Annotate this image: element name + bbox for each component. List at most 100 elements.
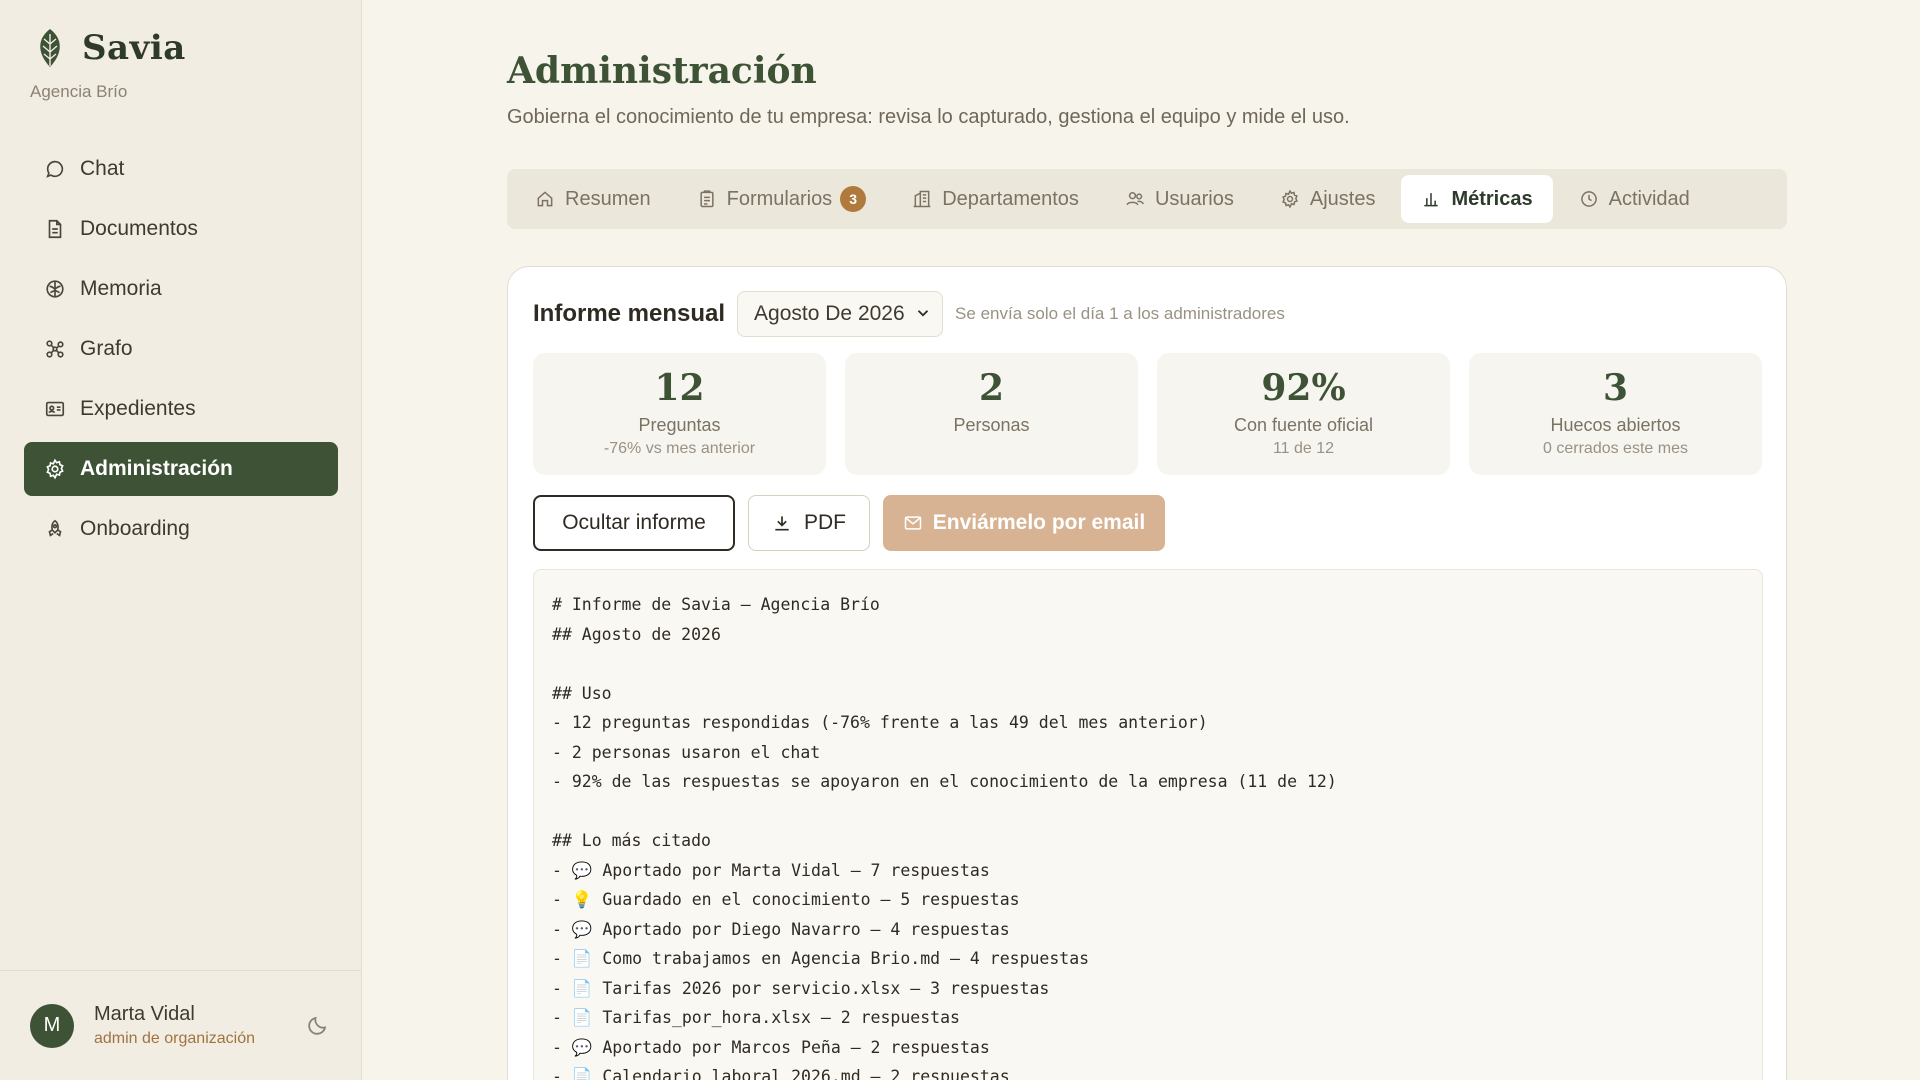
report-line: - 📄 Tarifas 2026 por servicio.xlsx — 3 r… <box>552 978 1050 998</box>
user-info: Marta Vidal admin de organización <box>94 1003 255 1048</box>
page-subtitle: Gobierna el conocimiento de tu empresa: … <box>507 106 1350 128</box>
stat-value: 92% <box>1261 367 1346 409</box>
button-label: Ocultar informe <box>562 511 706 534</box>
bar-chart-icon <box>1424 193 1439 207</box>
sidebar-item-expedientes[interactable]: Expedientes <box>24 382 338 436</box>
brain-icon <box>44 278 66 300</box>
download-icon <box>775 516 789 531</box>
report-line: - 📄 Tarifas_por_hora.xlsx — 2 respuestas <box>552 1008 960 1027</box>
report-line: - 2 personas usaron el chat <box>552 742 821 762</box>
button-label: Enviármelo por email <box>932 511 1146 534</box>
month-select-value: Agosto De 2026 <box>754 302 905 325</box>
report-title: Informe mensual <box>533 300 726 327</box>
stat-label: Huecos abiertos <box>1550 415 1681 435</box>
report-line: ## Lo más citado <box>552 831 711 850</box>
stat-sub: 0 cerrados este mes <box>1543 440 1688 457</box>
sidebar-item-label: Onboarding <box>80 517 190 540</box>
stat-card-preguntas: 12 Preguntas -76% vs mes anterior <box>533 353 826 475</box>
report-actions: Ocultar informe PDF Enviármelo por email <box>533 495 1178 551</box>
report-line: - 📄 Como trabajamos en Agencia Brio.md —… <box>552 949 1090 968</box>
tab-actividad[interactable]: Actividad <box>1559 175 1710 223</box>
graph-icon <box>44 338 66 360</box>
chat-icon <box>44 158 66 180</box>
sidebar-item-grafo[interactable]: Grafo <box>24 322 338 376</box>
stat-card-personas: 2 Personas <box>845 353 1138 475</box>
sidebar-item-onboarding[interactable]: Onboarding <box>24 502 338 556</box>
leaf-logo-icon <box>40 29 60 67</box>
report-line: - 💬 Aportado por Diego Navarro — 4 respu… <box>552 919 1010 939</box>
stats-row: 12 Preguntas -76% vs mes anterior 2 Pers… <box>533 353 1762 475</box>
tab-resumen[interactable]: Resumen <box>515 175 671 223</box>
report-line: ## Agosto de 2026 <box>552 624 721 644</box>
email-report-button[interactable]: Enviármelo por email <box>883 495 1165 551</box>
stat-sub: -76% vs mes anterior <box>603 440 756 457</box>
sidebar-item-administracion[interactable]: Administración <box>24 442 338 496</box>
tab-ajustes[interactable]: Ajustes <box>1260 175 1396 223</box>
tab-departamentos[interactable]: Departamentos <box>892 175 1099 223</box>
chevron-down-icon <box>914 304 932 322</box>
tab-label: Formularios <box>726 187 833 210</box>
theme-toggle-button[interactable] <box>306 1013 332 1039</box>
monthly-report-card: Informe mensual Agosto De 2026 Se envía … <box>507 266 1787 1080</box>
button-label: PDF <box>804 511 846 534</box>
report-line: - 92% de las respuestas se apoyaron en e… <box>552 772 1337 791</box>
stat-label: Personas <box>953 415 1030 435</box>
id-card-icon <box>44 398 66 420</box>
sidebar-item-label: Expedientes <box>80 397 196 420</box>
tab-formularios[interactable]: Formularios 3 <box>677 175 887 223</box>
stat-card-huecos: 3 Huecos abiertos 0 cerrados este mes <box>1469 353 1762 475</box>
tab-label: Ajustes <box>1309 187 1376 210</box>
report-line <box>552 649 1744 679</box>
sidebar-item-chat[interactable]: Chat <box>24 142 338 196</box>
sidebar-item-label: Memoria <box>80 277 162 300</box>
gear-icon <box>1281 189 1298 209</box>
report-line: - 💡 Guardado en el conocimiento — 5 resp… <box>552 890 1020 909</box>
user-name: Marta Vidal <box>94 1003 195 1025</box>
report-line <box>552 797 1744 827</box>
stat-value: 3 <box>1602 367 1629 409</box>
avatar[interactable]: M <box>30 1003 74 1048</box>
download-pdf-button[interactable]: PDF <box>748 495 870 551</box>
admin-tabs: Resumen Formularios 3 Departamentos Usua… <box>507 169 1787 229</box>
report-line: - 12 preguntas respondidas (-76% frente … <box>552 713 1208 732</box>
tab-metricas[interactable]: Métricas <box>1401 175 1553 223</box>
month-select[interactable]: Agosto De 2026 <box>737 291 944 337</box>
sidebar: Savia Agencia Brío Chat Documentos Memor… <box>0 0 362 1080</box>
clock-icon <box>1580 191 1597 207</box>
report-note: Se envía solo el día 1 a los administrad… <box>955 304 1285 323</box>
building-icon <box>913 190 931 208</box>
report-header: Informe mensual Agosto De 2026 Se envía … <box>533 291 1285 337</box>
sidebar-item-label: Administración <box>80 457 233 480</box>
report-line: - 💬 Aportado por Marcos Peña — 2 respues… <box>552 1037 990 1057</box>
document-icon <box>44 218 66 240</box>
sidebar-item-memoria[interactable]: Memoria <box>24 262 338 316</box>
stat-card-fuente-oficial: 92% Con fuente oficial 11 de 12 <box>1157 353 1450 475</box>
brand[interactable]: Savia <box>30 26 186 70</box>
user-panel: M Marta Vidal admin de organización <box>0 970 362 1080</box>
stat-value: 12 <box>654 367 705 409</box>
user-role: admin de organización <box>94 1030 255 1047</box>
hide-report-button[interactable]: Ocultar informe <box>533 495 735 551</box>
sidebar-item-documentos[interactable]: Documentos <box>24 202 338 256</box>
moon-icon <box>308 1016 327 1035</box>
stat-label: Preguntas <box>638 415 721 435</box>
stat-value: 2 <box>978 367 1005 409</box>
rocket-icon <box>44 518 66 540</box>
organization-name: Agencia Brío <box>30 82 128 101</box>
report-line: # Informe de Savia — Agencia Brío <box>552 595 880 614</box>
tab-usuarios[interactable]: Usuarios <box>1105 175 1254 223</box>
report-line: ## Uso <box>552 683 612 703</box>
gear-icon <box>44 458 66 480</box>
sidebar-item-label: Documentos <box>80 217 198 240</box>
tab-label: Usuarios <box>1154 187 1234 210</box>
stat-sub: 11 de 12 <box>1272 440 1335 457</box>
tab-label: Departamentos <box>942 187 1079 210</box>
stat-label: Con fuente oficial <box>1233 415 1374 435</box>
page-title: Administración <box>507 50 817 92</box>
sidebar-nav: Chat Documentos Memoria Grafo Expediente… <box>24 142 338 562</box>
report-markdown: # Informe de Savia — Agencia Brío ## Ago… <box>533 569 1763 1080</box>
clipboard-icon <box>700 190 714 208</box>
users-icon <box>1126 192 1144 206</box>
sidebar-item-label: Chat <box>80 157 125 180</box>
report-line: - 💬 Aportado por Marta Vidal — 7 respues… <box>552 860 990 880</box>
